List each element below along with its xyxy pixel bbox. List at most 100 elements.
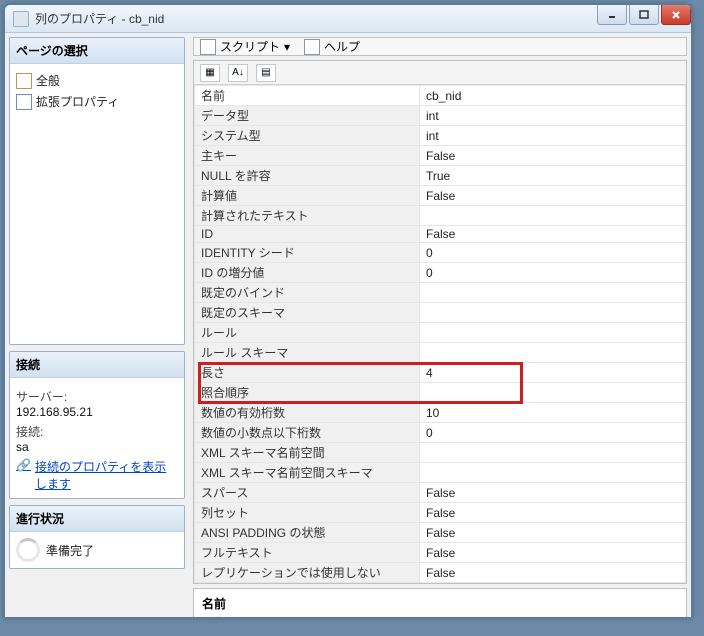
prop-value[interactable] <box>420 383 686 403</box>
prop-value[interactable]: False <box>420 146 686 166</box>
grid-area[interactable]: 名前cb_nidデータ型intシステム型int主キーFalseNULL を許容T… <box>194 85 686 583</box>
prop-name: 照合順序 <box>195 383 420 403</box>
conn-value: sa <box>16 440 178 454</box>
prop-name: 名前 <box>195 86 420 106</box>
close-button[interactable] <box>661 5 691 25</box>
toolbar: スクリプト ▾ ヘルプ <box>193 37 687 56</box>
nav-general-label: 全般 <box>36 72 60 89</box>
table-row[interactable]: 既定のバインド <box>195 283 686 303</box>
description-panel: 名前 列名。 <box>193 588 687 618</box>
table-row[interactable]: ANSI PADDING の状態False <box>195 523 686 543</box>
prop-name: ID <box>195 226 420 243</box>
prop-value[interactable] <box>420 443 686 463</box>
prop-value[interactable]: cb_nid <box>420 86 686 106</box>
script-label: スクリプト <box>220 38 280 55</box>
maximize-button[interactable] <box>629 5 659 25</box>
table-row[interactable]: 数値の小数点以下桁数0 <box>195 423 686 443</box>
extended-props-icon <box>16 94 32 110</box>
table-row[interactable]: 既定のスキーマ <box>195 303 686 323</box>
prop-name: 長さ <box>195 363 420 383</box>
titlebar[interactable]: 列のプロパティ - cb_nid <box>5 5 691 33</box>
prop-name: フルテキスト <box>195 543 420 563</box>
prop-value[interactable]: 10 <box>420 403 686 423</box>
help-icon <box>304 39 320 55</box>
prop-value[interactable] <box>420 206 686 226</box>
left-pane: ページの選択 全般 拡張プロパティ 接続 サーバー: 192.168.9 <box>5 33 189 617</box>
table-row[interactable]: フルテキストFalse <box>195 543 686 563</box>
property-pages-button[interactable]: ▤ <box>256 64 276 82</box>
table-row[interactable]: NULL を許容True <box>195 166 686 186</box>
progress-status: 準備完了 <box>46 542 94 559</box>
view-connection-props-link[interactable]: 🔗 接続のプロパティを表示します <box>16 458 178 492</box>
prop-name: ルール <box>195 323 420 343</box>
prop-name: IDENTITY シード <box>195 243 420 263</box>
property-grid: ▦ A↓ ▤ 名前cb_nidデータ型intシステム型int主キーFalseNU… <box>193 60 687 584</box>
table-row[interactable]: IDFalse <box>195 226 686 243</box>
table-row[interactable]: 照合順序 <box>195 383 686 403</box>
connection-header: 接続 <box>10 352 184 378</box>
general-icon <box>16 73 32 89</box>
prop-name: 数値の有効桁数 <box>195 403 420 423</box>
table-row[interactable]: 長さ4 <box>195 363 686 383</box>
prop-value[interactable]: False <box>420 483 686 503</box>
prop-value[interactable]: 0 <box>420 423 686 443</box>
prop-name: 計算値 <box>195 186 420 206</box>
help-button[interactable]: ヘルプ <box>304 38 360 55</box>
nav-extended-label: 拡張プロパティ <box>36 93 119 110</box>
prop-value[interactable]: 4 <box>420 363 686 383</box>
table-row[interactable]: XML スキーマ名前空間スキーマ <box>195 463 686 483</box>
client-area: ページの選択 全般 拡張プロパティ 接続 サーバー: 192.168.9 <box>5 33 691 617</box>
prop-value[interactable]: False <box>420 186 686 206</box>
table-row[interactable]: ルール スキーマ <box>195 343 686 363</box>
prop-value[interactable] <box>420 343 686 363</box>
prop-value[interactable]: False <box>420 503 686 523</box>
window: 列のプロパティ - cb_nid ページの選択 全般 拡張プロパティ <box>4 4 692 618</box>
table-row[interactable]: 列セットFalse <box>195 503 686 523</box>
table-row[interactable]: 計算値False <box>195 186 686 206</box>
prop-name: XML スキーマ名前空間 <box>195 443 420 463</box>
prop-value[interactable]: False <box>420 563 686 583</box>
table-row[interactable]: システム型int <box>195 126 686 146</box>
prop-name: レプリケーションでは使用しない <box>195 563 420 583</box>
prop-value[interactable]: int <box>420 106 686 126</box>
desc-title: 名前 <box>202 595 678 612</box>
prop-value[interactable]: False <box>420 226 686 243</box>
window-title: 列のプロパティ - cb_nid <box>35 10 164 27</box>
prop-value[interactable]: False <box>420 543 686 563</box>
script-button[interactable]: スクリプト ▾ <box>200 38 290 55</box>
alphabetical-button[interactable]: A↓ <box>228 64 248 82</box>
right-pane: スクリプト ▾ ヘルプ ▦ A↓ ▤ 名前cb_nidデータ型intシステム型i… <box>189 33 691 617</box>
prop-value[interactable]: 0 <box>420 243 686 263</box>
nav-extended-properties[interactable]: 拡張プロパティ <box>16 91 178 112</box>
prop-name: ANSI PADDING の状態 <box>195 523 420 543</box>
prop-value[interactable]: 0 <box>420 263 686 283</box>
table-row[interactable]: レプリケーションでは使用しないFalse <box>195 563 686 583</box>
prop-value[interactable]: False <box>420 523 686 543</box>
table-row[interactable]: ルール <box>195 323 686 343</box>
prop-value[interactable] <box>420 323 686 343</box>
prop-name: スパース <box>195 483 420 503</box>
table-row[interactable]: スパースFalse <box>195 483 686 503</box>
prop-value[interactable] <box>420 283 686 303</box>
prop-name: 主キー <box>195 146 420 166</box>
prop-name: 列セット <box>195 503 420 523</box>
table-row[interactable]: 主キーFalse <box>195 146 686 166</box>
minimize-button[interactable] <box>597 5 627 25</box>
table-row[interactable]: ID の増分値0 <box>195 263 686 283</box>
prop-value[interactable]: int <box>420 126 686 146</box>
page-select-panel: ページの選択 全般 拡張プロパティ <box>9 37 185 345</box>
table-row[interactable]: XML スキーマ名前空間 <box>195 443 686 463</box>
table-row[interactable]: 数値の有効桁数10 <box>195 403 686 423</box>
progress-panel: 進行状況 準備完了 <box>9 505 185 569</box>
nav-general[interactable]: 全般 <box>16 70 178 91</box>
table-row[interactable]: IDENTITY シード0 <box>195 243 686 263</box>
prop-value[interactable] <box>420 303 686 323</box>
categorized-button[interactable]: ▦ <box>200 64 220 82</box>
prop-value[interactable] <box>420 463 686 483</box>
prop-name: システム型 <box>195 126 420 146</box>
table-row[interactable]: データ型int <box>195 106 686 126</box>
prop-value[interactable]: True <box>420 166 686 186</box>
table-row[interactable]: 計算されたテキスト <box>195 206 686 226</box>
desc-body: 列名。 <box>202 614 678 618</box>
table-row[interactable]: 名前cb_nid <box>195 86 686 106</box>
